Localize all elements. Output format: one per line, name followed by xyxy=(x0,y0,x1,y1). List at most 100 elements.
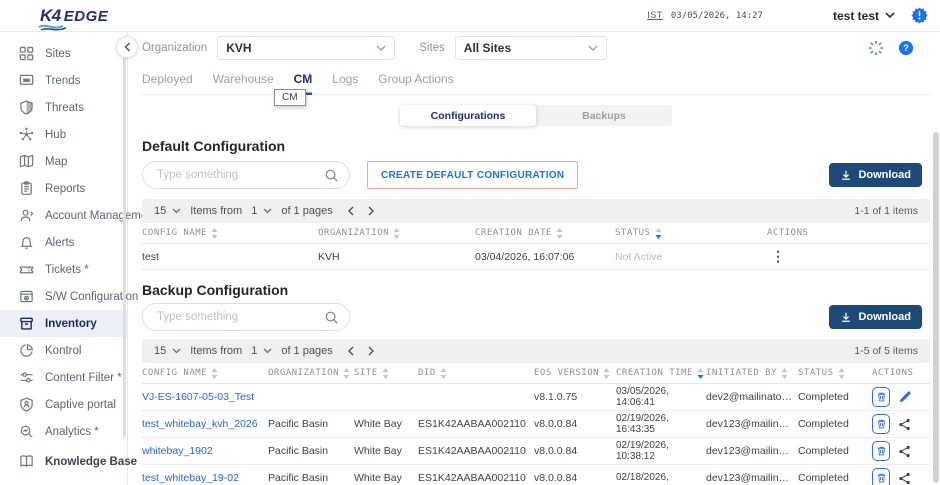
page-select[interactable]: 1 xyxy=(251,345,272,357)
page-size-select[interactable]: 15 xyxy=(154,205,181,217)
delete-icon[interactable] xyxy=(872,387,890,407)
sidebar-item-sites[interactable]: Sites xyxy=(0,40,127,67)
sites-select[interactable]: All Sites xyxy=(455,36,607,60)
tab-warehouse[interactable]: Warehouse xyxy=(213,64,274,95)
sort-icon xyxy=(343,368,350,379)
sidebar-item-inventory[interactable]: Inventory xyxy=(0,310,127,337)
sidebar-item-hub[interactable]: Hub xyxy=(0,121,127,148)
sidebar-item-content-filter[interactable]: Content Filter * xyxy=(0,364,127,391)
backup-config-controls: Download xyxy=(142,303,930,331)
sidebar-item-alerts[interactable]: Alerts xyxy=(0,229,127,256)
main-content: Organization KVH Sites All Sites ? Deplo… xyxy=(128,32,940,485)
sidebar-item-tickets[interactable]: Tickets * xyxy=(0,256,127,283)
column-header-creation-time[interactable]: CREATION TIME xyxy=(616,368,706,379)
page-size-value: 15 xyxy=(154,205,166,217)
sidebar: Sites Trends Threats Hub Map Reports xyxy=(0,32,128,485)
column-header-status[interactable]: STATUS xyxy=(798,368,872,379)
sidebar-item-kontrol[interactable]: Kontrol xyxy=(0,337,127,364)
sliders-icon xyxy=(19,370,34,385)
delete-icon[interactable] xyxy=(872,414,890,434)
row-menu-kebab-icon[interactable]: ⋮ xyxy=(767,248,789,264)
previous-page-icon[interactable] xyxy=(348,346,354,356)
share-icon[interactable] xyxy=(898,472,911,485)
search-input[interactable] xyxy=(157,311,324,323)
column-header-site[interactable]: SITE xyxy=(354,368,418,379)
datetime-label: 03/05/2026, 14:27 xyxy=(671,11,763,21)
tab-group-actions[interactable]: Group Actions xyxy=(378,64,453,95)
sidebar-item-label: Content Filter * xyxy=(45,372,122,384)
backup-configuration-section: Backup Configuration Download 15 xyxy=(142,282,930,485)
next-page-icon[interactable] xyxy=(368,346,374,356)
logo-k4: K4 xyxy=(40,6,61,26)
topbar: K4 EDGE IST 03/05/2026, 14:27 test test xyxy=(0,0,940,32)
cell-status: Completed xyxy=(798,391,872,403)
delete-icon[interactable] xyxy=(872,441,890,461)
main-scrollbar[interactable] xyxy=(933,132,939,483)
edit-pencil-icon[interactable] xyxy=(898,390,912,404)
share-icon[interactable] xyxy=(898,445,911,458)
page-size-select[interactable]: 15 xyxy=(154,345,181,357)
spinner-sun-icon[interactable] xyxy=(868,40,884,56)
monitor-icon xyxy=(19,73,34,88)
create-default-configuration-button[interactable]: CREATE DEFAULT CONFIGURATION xyxy=(367,161,578,189)
table-row: whitebay_1902 Pacific Basin White Bay ES… xyxy=(142,438,930,465)
sidebar-item-knowledge-base[interactable]: Knowledge Base xyxy=(0,448,127,475)
cell-did: ES1K42AABAA002110 xyxy=(418,418,534,430)
help-icon[interactable]: ? xyxy=(898,40,914,56)
page-select[interactable]: 1 xyxy=(251,205,272,217)
column-header-config-name[interactable]: CONFIG NAME xyxy=(142,228,318,239)
sort-icon xyxy=(211,228,218,239)
cell-config-name-link[interactable]: test_whitebay_19-02 xyxy=(142,472,268,484)
sort-icon xyxy=(440,368,447,379)
hub-icon xyxy=(19,127,34,142)
map-icon xyxy=(19,154,34,169)
notification-badge-icon[interactable] xyxy=(911,7,928,24)
sidebar-item-captive-portal[interactable]: Captive portal xyxy=(0,391,127,418)
sidebar-item-label: Kontrol xyxy=(45,345,81,357)
column-header-organization[interactable]: ORGANIZATION xyxy=(268,368,354,379)
download-button[interactable]: Download xyxy=(829,163,922,187)
cell-creation-time: 02/19/2026, 10:38:12 xyxy=(616,440,706,463)
sidebar-collapse-button[interactable] xyxy=(116,36,138,58)
share-icon[interactable] xyxy=(898,418,911,431)
download-button[interactable]: Download xyxy=(829,305,922,329)
sidebar-item-account-management[interactable]: Account Management xyxy=(0,202,127,229)
sidebar-item-analytics[interactable]: Analytics * xyxy=(0,418,127,445)
column-header-initiated-by[interactable]: INITIATED BY xyxy=(706,368,798,379)
delete-icon[interactable] xyxy=(872,468,890,485)
column-header-eos-version[interactable]: EOS VERSION xyxy=(534,368,616,379)
previous-page-icon[interactable] xyxy=(348,206,354,216)
organization-select[interactable]: KVH xyxy=(217,36,395,60)
archive-box-icon xyxy=(19,316,34,331)
column-header-organization[interactable]: ORGANIZATION xyxy=(318,228,475,239)
sidebar-item-reports[interactable]: Reports xyxy=(0,175,127,202)
tab-backups[interactable]: Backups xyxy=(536,105,672,126)
cell-status: Completed xyxy=(798,418,872,430)
search-input[interactable] xyxy=(157,169,324,181)
cell-config-name-link[interactable]: VJ-ES-1607-05-03_Test xyxy=(142,391,268,403)
search-icon[interactable] xyxy=(324,168,339,183)
cell-config-name-link[interactable]: whitebay_1902 xyxy=(142,445,268,457)
page-value: 1 xyxy=(251,205,257,217)
sidebar-item-map[interactable]: Map xyxy=(0,148,127,175)
cell-config-name-link[interactable]: test_whitebay_kvh_2026 xyxy=(142,418,268,430)
column-header-config-name[interactable]: CONFIG NAME xyxy=(142,368,268,379)
next-page-icon[interactable] xyxy=(368,206,374,216)
default-config-controls: CREATE DEFAULT CONFIGURATION Download xyxy=(142,161,930,189)
sidebar-item-trends[interactable]: Trends xyxy=(0,67,127,94)
search-icon[interactable] xyxy=(324,310,339,325)
column-header-did[interactable]: DID xyxy=(418,368,534,379)
column-header-actions: ACTIONS xyxy=(872,368,930,378)
tab-deployed[interactable]: Deployed xyxy=(142,64,193,95)
tab-configurations[interactable]: Configurations xyxy=(400,105,536,126)
sidebar-item-sw-configuration[interactable]: S/W Configuration xyxy=(0,283,127,310)
sidebar-scrollbar[interactable] xyxy=(123,38,126,438)
tab-logs[interactable]: Logs xyxy=(332,64,358,95)
column-header-status[interactable]: STATUS xyxy=(615,228,767,239)
svg-text:?: ? xyxy=(903,43,909,53)
timezone-label[interactable]: IST xyxy=(647,10,663,21)
cell-initiated-by: dev123@mailinat... xyxy=(706,472,798,484)
sidebar-item-threats[interactable]: Threats xyxy=(0,94,127,121)
column-header-creation-date[interactable]: CREATION DATE xyxy=(475,228,615,239)
user-menu[interactable]: test test xyxy=(833,9,895,23)
